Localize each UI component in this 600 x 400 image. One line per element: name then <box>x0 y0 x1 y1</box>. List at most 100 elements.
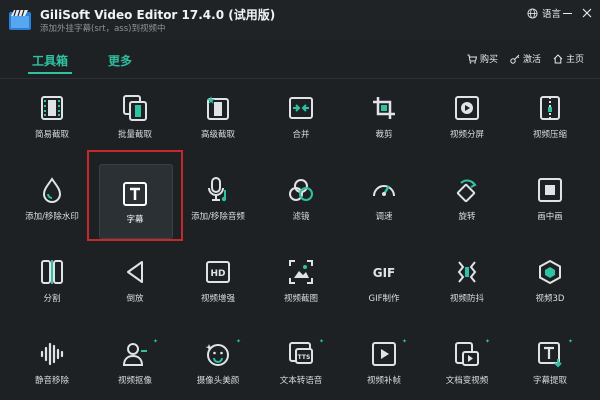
matting-person-icon <box>122 343 147 366</box>
tool-label: 视频增强 <box>200 294 235 304</box>
tab-bar: 工具箱 更多 购买 激活 主页 <box>0 40 600 80</box>
tool-matting[interactable]: ✦ 视频抠像 <box>93 332 177 400</box>
minimize-icon <box>562 12 572 14</box>
watermark-drop-icon <box>42 177 62 203</box>
split-screen-icon <box>455 96 479 120</box>
tool-label: 文档变视频 <box>445 376 489 386</box>
merge-icon <box>289 97 313 119</box>
ai-badge-icon: ✦ <box>319 338 325 345</box>
3d-cube-icon <box>539 259 561 285</box>
reverse-play-icon <box>127 261 143 283</box>
tool-merge[interactable]: 合并 <box>259 86 343 162</box>
app-subtitle: 添加外挂字幕(srt，ass)到视频中 <box>40 24 166 34</box>
home-icon <box>553 53 563 63</box>
title-bar: GiliSoft Video Editor 17.4.0 (试用版) 添加外挂字… <box>0 0 600 40</box>
tool-label: 批量截取 <box>117 130 152 140</box>
tool-label: 旋转 <box>458 212 476 222</box>
tool-crop[interactable]: 裁剪 <box>342 86 426 162</box>
tool-label: 高级截取 <box>200 130 235 140</box>
app-logo-icon <box>9 9 31 30</box>
buy-button[interactable]: 购买 <box>467 52 498 65</box>
header-actions: 购买 激活 主页 <box>467 52 584 65</box>
tool-screenshot[interactable]: 视频截图 <box>259 250 343 326</box>
language-label: 语言 <box>542 9 562 20</box>
stabilize-icon <box>457 261 477 283</box>
minimize-button[interactable] <box>560 6 574 20</box>
tool-label: 视频压缩 <box>532 130 567 140</box>
active-tab-indicator <box>28 72 72 74</box>
key-icon <box>510 54 520 64</box>
tool-pip[interactable]: 画中画 <box>508 168 592 244</box>
split-icon <box>41 260 63 284</box>
tool-simple-cut[interactable]: 简易截取 <box>10 86 94 162</box>
activate-button[interactable]: 激活 <box>510 52 541 65</box>
tool-watermark[interactable]: 添加/移除水印 <box>10 168 94 244</box>
audio-mic-icon <box>208 177 227 202</box>
language-button[interactable]: 语言 <box>527 6 561 20</box>
face-beauty-icon <box>205 344 229 366</box>
tool-split-screen[interactable]: 视频分屏 <box>425 86 509 162</box>
ai-badge-icon: ✦ <box>236 338 242 345</box>
speed-gauge-icon <box>373 185 395 197</box>
tool-label: 视频分屏 <box>449 130 484 140</box>
tool-label: 摄像头美颜 <box>196 376 240 386</box>
screenshot-icon <box>289 260 313 284</box>
batch-cut-icon <box>123 95 147 121</box>
tool-stabilize[interactable]: 视频防抖 <box>425 250 509 326</box>
tool-advanced-cut[interactable]: 高级截取 <box>176 86 260 162</box>
tool-split[interactable]: 分割 <box>10 250 94 326</box>
crop-icon <box>373 97 395 119</box>
tool-face-beauty[interactable]: ✦ 摄像头美颜 <box>176 332 260 400</box>
tool-label: 视频防抖 <box>449 294 484 304</box>
close-button[interactable] <box>580 6 594 20</box>
tab-more[interactable]: 更多 <box>108 52 132 69</box>
doc-to-video-icon <box>455 342 479 366</box>
activate-label: 激活 <box>522 55 541 65</box>
tool-frame-interpolation[interactable]: ✦ 视频补帧 <box>342 332 426 400</box>
advanced-cut-icon <box>207 96 229 120</box>
gif-icon: GIF <box>373 266 396 280</box>
tool-label: 视频补帧 <box>366 376 401 386</box>
close-icon <box>582 8 592 18</box>
picture-in-picture-icon <box>538 178 562 202</box>
tool-label: 添加/移除音频 <box>191 212 245 222</box>
tool-enhance[interactable]: HD 视频增强 <box>176 250 260 326</box>
compress-icon <box>540 96 560 120</box>
globe-icon <box>527 7 538 19</box>
text-to-speech-icon: TTS <box>289 342 313 364</box>
app-title: GiliSoft Video Editor 17.4.0 (试用版) <box>40 8 276 22</box>
svg-text:TTS: TTS <box>298 354 311 361</box>
tool-3d[interactable]: 视频3D <box>508 250 592 326</box>
header-divider <box>0 78 600 79</box>
tool-label: 简易截取 <box>34 130 69 140</box>
tab-toolbox[interactable]: 工具箱 <box>32 52 68 69</box>
home-button[interactable]: 主页 <box>553 52 584 65</box>
tool-label: 静音移除 <box>34 376 69 386</box>
svg-text:GIF: GIF <box>373 266 396 280</box>
rotate-icon <box>456 179 477 203</box>
ai-badge-icon: ✦ <box>153 338 159 345</box>
tool-gif[interactable]: GIF GIF制作 <box>342 250 426 326</box>
frame-interpolate-icon <box>372 342 396 366</box>
tool-label: 滤镜 <box>292 212 310 222</box>
tool-doc-to-video[interactable]: ✦ 文档变视频 <box>425 332 509 400</box>
tool-filter[interactable]: 滤镜 <box>259 168 343 244</box>
tool-label: 视频截图 <box>283 294 318 304</box>
tool-subtitle-extract[interactable]: ✦ 字幕提取 <box>508 332 592 400</box>
selection-highlight-outline <box>87 150 183 241</box>
tool-rotate[interactable]: 旋转 <box>425 168 509 244</box>
tool-text-to-speech[interactable]: TTS ✦ 文本转语音 <box>259 332 343 400</box>
tool-compress[interactable]: 视频压缩 <box>508 86 592 162</box>
tool-label: 字幕提取 <box>532 376 567 386</box>
tool-label: 添加/移除水印 <box>25 212 79 222</box>
tool-reverse[interactable]: 倒放 <box>93 250 177 326</box>
tool-audio[interactable]: 添加/移除音频 <box>176 168 260 244</box>
tool-speed[interactable]: 调速 <box>342 168 426 244</box>
tool-label: 合并 <box>292 130 310 140</box>
tool-silence-remove[interactable]: 静音移除 <box>10 332 94 400</box>
hd-enhance-icon: HD <box>206 261 230 283</box>
tool-label: 画中画 <box>537 212 563 222</box>
ai-badge-icon: ✦ <box>568 338 574 345</box>
tool-label: 文本转语音 <box>279 376 323 386</box>
ai-badge-icon: ✦ <box>402 338 408 345</box>
